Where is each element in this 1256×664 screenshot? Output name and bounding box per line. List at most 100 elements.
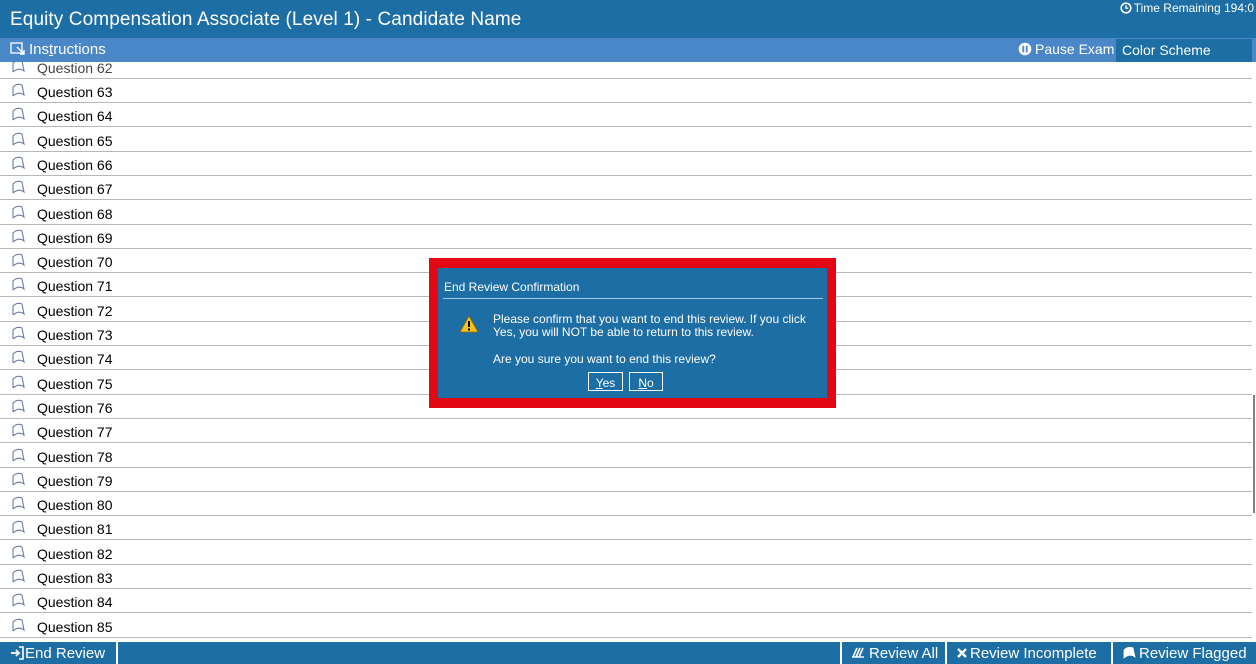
question-label: Question 66 bbox=[37, 156, 113, 173]
flag-icon bbox=[1123, 646, 1136, 659]
color-scheme-button[interactable]: Color Scheme bbox=[1116, 39, 1252, 62]
bottom-navigation-bar: End Review Review All Review Incomplete … bbox=[0, 642, 1256, 664]
flag-outline-icon[interactable] bbox=[11, 472, 25, 489]
question-label: Question 76 bbox=[37, 399, 113, 416]
question-label: Question 78 bbox=[37, 448, 113, 465]
yes-label: es bbox=[602, 375, 616, 390]
question-label: Question 81 bbox=[37, 521, 113, 538]
list-item[interactable]: Question 84 bbox=[0, 589, 1252, 614]
list-item[interactable]: Question 62 bbox=[0, 62, 1252, 79]
flag-outline-icon[interactable] bbox=[11, 618, 25, 635]
flag-outline-icon[interactable] bbox=[11, 62, 25, 76]
dialog-question: Are you sure you want to end this review… bbox=[493, 352, 716, 366]
review-all-button[interactable]: Review All bbox=[851, 645, 938, 662]
flag-outline-icon[interactable] bbox=[11, 423, 25, 440]
flag-outline-icon[interactable] bbox=[11, 593, 25, 610]
list-item[interactable]: Question 69 bbox=[0, 225, 1252, 249]
list-item[interactable]: Question 68 bbox=[0, 201, 1252, 225]
flag-outline-icon[interactable] bbox=[11, 350, 25, 367]
review-all-label: Review All bbox=[869, 645, 939, 662]
pause-exam-label: Pause Exam bbox=[1035, 41, 1115, 57]
menu-bar: Instructions Pause Exam Color Scheme bbox=[0, 38, 1256, 62]
list-item[interactable]: Question 81 bbox=[0, 516, 1252, 541]
review-incomplete-label: Review Incomplete bbox=[970, 645, 1097, 662]
no-button[interactable]: No bbox=[629, 372, 663, 391]
end-review-icon bbox=[11, 646, 24, 660]
flag-outline-icon[interactable] bbox=[11, 545, 25, 562]
instructions-label-start: Ins bbox=[29, 41, 50, 58]
question-label: Question 70 bbox=[37, 254, 113, 271]
question-label: Question 82 bbox=[37, 545, 113, 562]
instructions-icon bbox=[10, 42, 25, 55]
flag-outline-icon[interactable] bbox=[11, 253, 25, 270]
divider bbox=[945, 642, 947, 664]
list-item[interactable]: Question 64 bbox=[0, 103, 1252, 128]
flag-outline-icon[interactable] bbox=[11, 496, 25, 513]
flag-outline-icon[interactable] bbox=[11, 107, 25, 124]
flag-outline-icon[interactable] bbox=[11, 156, 25, 173]
list-item[interactable]: Question 82 bbox=[0, 541, 1252, 565]
instructions-button[interactable]: Instructions bbox=[10, 41, 106, 58]
flag-outline-icon[interactable] bbox=[11, 132, 25, 149]
yes-accel: Y bbox=[595, 375, 603, 390]
flag-outline-icon[interactable] bbox=[11, 302, 25, 319]
question-label: Question 80 bbox=[37, 497, 113, 514]
no-label: o bbox=[646, 375, 654, 390]
end-review-label: End Review bbox=[25, 645, 106, 662]
flag-outline-icon[interactable] bbox=[11, 448, 25, 465]
question-label: Question 67 bbox=[37, 181, 113, 198]
flag-outline-icon[interactable] bbox=[11, 205, 25, 222]
question-label: Question 68 bbox=[37, 205, 113, 222]
dialog-message: Please confirm that you want to end this… bbox=[493, 313, 823, 339]
review-flagged-button[interactable]: Review Flagged bbox=[1122, 645, 1247, 662]
question-label: Question 73 bbox=[37, 327, 113, 343]
list-item[interactable]: Question 80 bbox=[0, 492, 1252, 517]
end-review-button[interactable]: End Review bbox=[10, 645, 105, 662]
flag-outline-icon[interactable] bbox=[11, 180, 25, 197]
list-item[interactable]: Question 79 bbox=[0, 468, 1252, 492]
flag-outline-icon[interactable] bbox=[11, 569, 25, 586]
pause-icon bbox=[1018, 42, 1032, 59]
close-icon bbox=[957, 648, 967, 658]
flag-outline-icon[interactable] bbox=[11, 520, 25, 537]
pause-exam-button[interactable]: Pause Exam bbox=[1018, 41, 1114, 59]
list-item[interactable]: Question 67 bbox=[0, 176, 1252, 201]
flag-outline-icon[interactable] bbox=[11, 375, 25, 392]
flag-outline-icon[interactable] bbox=[11, 326, 25, 343]
question-label: Question 65 bbox=[37, 132, 113, 149]
review-flagged-label: Review Flagged bbox=[1139, 645, 1247, 662]
list-item[interactable]: Question 65 bbox=[0, 128, 1252, 152]
yes-button[interactable]: Yes bbox=[588, 372, 623, 391]
list-item[interactable]: Question 66 bbox=[0, 152, 1252, 176]
no-accel: N bbox=[638, 375, 647, 390]
question-label: Question 71 bbox=[37, 278, 113, 295]
review-incomplete-button[interactable]: Review Incomplete bbox=[956, 645, 1097, 662]
flag-outline-icon[interactable] bbox=[11, 83, 25, 100]
flag-outline-icon[interactable] bbox=[11, 399, 25, 416]
list-item[interactable]: Question 85 bbox=[0, 614, 1252, 638]
clock-icon bbox=[1120, 2, 1132, 17]
question-label: Question 75 bbox=[37, 375, 113, 392]
question-label: Question 83 bbox=[37, 570, 113, 586]
question-label: Question 85 bbox=[37, 618, 113, 635]
question-label: Question 77 bbox=[37, 424, 113, 441]
flag-outline-icon[interactable] bbox=[11, 277, 25, 294]
flag-outline-icon[interactable] bbox=[11, 229, 25, 246]
divider bbox=[840, 642, 842, 664]
question-label: Question 69 bbox=[37, 229, 113, 246]
list-item[interactable]: Question 63 bbox=[0, 79, 1252, 103]
question-label: Question 74 bbox=[37, 351, 113, 368]
divider bbox=[116, 642, 118, 664]
dialog-message-line: Yes, you will NOT be able to return to t… bbox=[493, 325, 754, 339]
time-remaining: Time Remaining 194:0 bbox=[1120, 1, 1254, 17]
question-label: Question 84 bbox=[37, 594, 113, 611]
list-item[interactable]: Question 83 bbox=[0, 565, 1252, 589]
question-label: Question 63 bbox=[37, 84, 113, 100]
divider bbox=[1111, 642, 1113, 664]
list-item[interactable]: Question 77 bbox=[0, 419, 1252, 444]
question-label: Question 79 bbox=[37, 472, 113, 489]
scrollbar[interactable] bbox=[1253, 395, 1255, 513]
dialog-divider bbox=[443, 298, 823, 299]
instructions-label-end: ructions bbox=[53, 41, 106, 58]
list-item[interactable]: Question 78 bbox=[0, 444, 1252, 468]
